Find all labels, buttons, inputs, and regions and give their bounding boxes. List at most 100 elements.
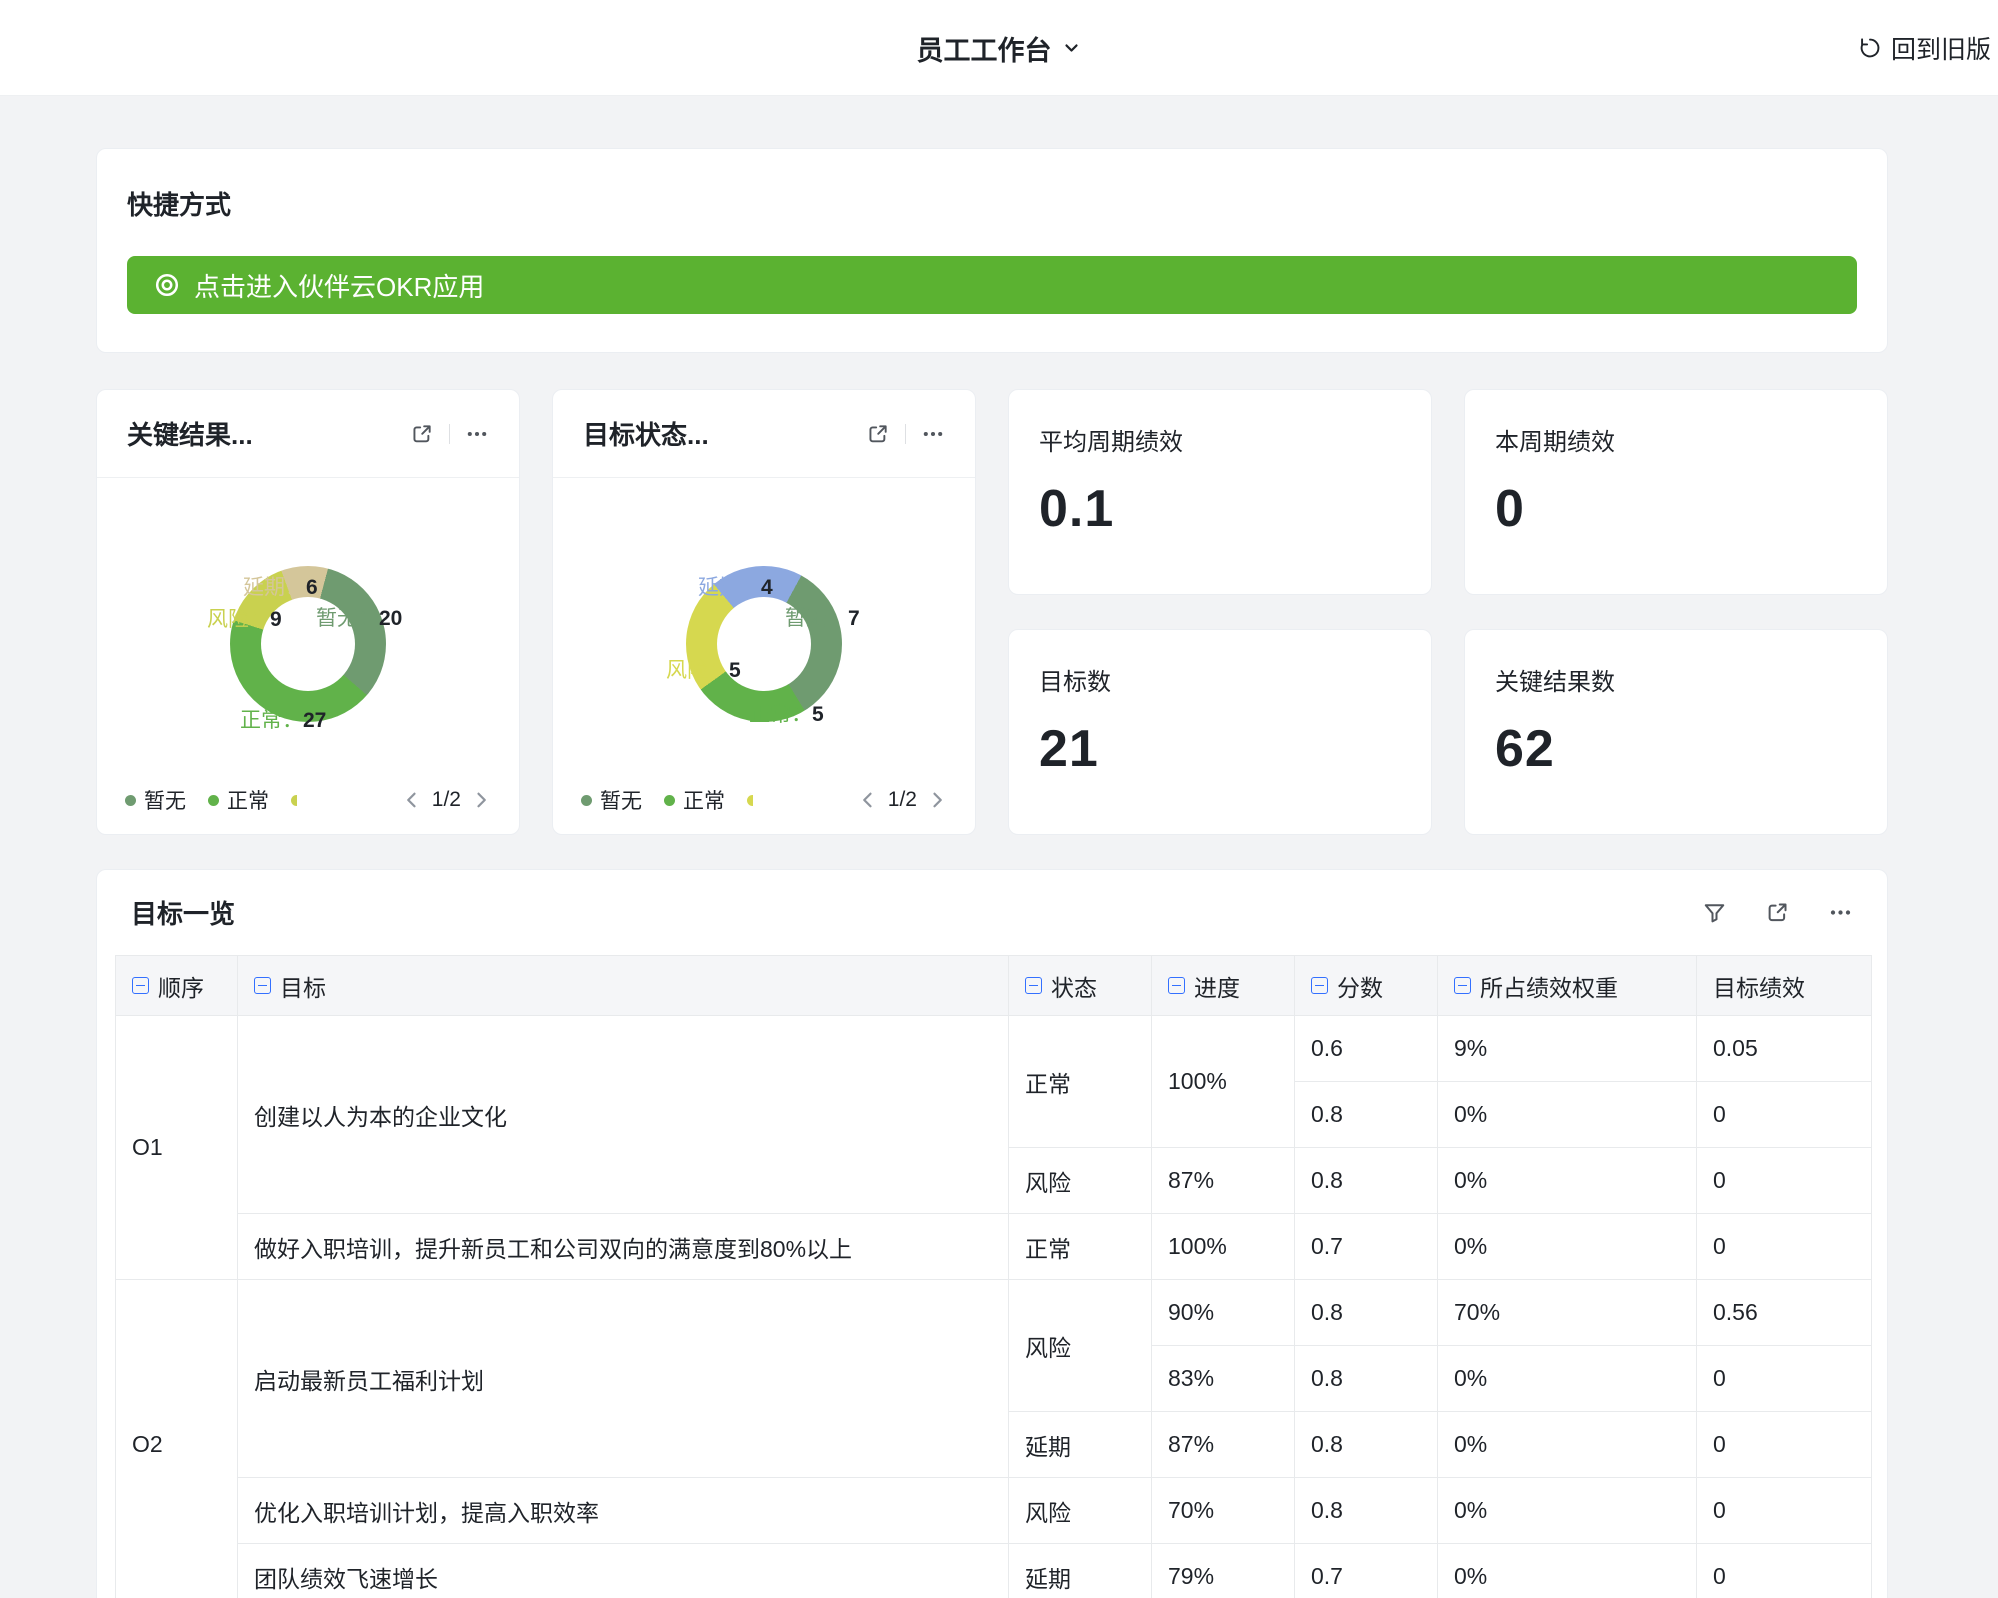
chart-pager: 1/2 (402, 788, 491, 812)
weight-cell: 0% (1438, 1214, 1697, 1280)
external-link-icon[interactable] (410, 422, 434, 446)
perf-cell: 0 (1697, 1412, 1872, 1478)
chevron-down-icon (1062, 38, 1082, 58)
legend-item[interactable]: 暂无 (581, 785, 642, 815)
score-cell: 0.8 (1295, 1346, 1438, 1412)
donut-label: 延期6 (243, 571, 318, 601)
column-header-score: 分数 (1295, 956, 1438, 1016)
legend-dot (581, 795, 592, 806)
weight-cell: 0% (1438, 1478, 1697, 1544)
workspace-switcher[interactable]: 员工工作台 (917, 0, 1082, 96)
weight-cell: 0% (1438, 1544, 1697, 1598)
chart-legend: 暂无 正常 风险 (581, 785, 753, 815)
legend-item[interactable]: 风险 (747, 785, 753, 815)
okr-app-button[interactable]: 点击进入伙伴云OKR应用 (127, 256, 1857, 314)
stat-label: 关键结果数 (1495, 662, 1857, 697)
history-icon (1858, 36, 1882, 60)
key-results-chart-card: 关键结果... 延期6 暂无20 正常27 风险9 暂无 正常 (96, 389, 520, 835)
legend-item[interactable]: 暂无 (125, 785, 186, 815)
collapse-icon[interactable] (1454, 977, 1471, 994)
legend-dot (747, 795, 753, 806)
stat-card-goal-count: 目标数 21 (1008, 629, 1432, 835)
progress-cell: 83% (1152, 1346, 1295, 1412)
score-cell: 0.7 (1295, 1544, 1438, 1598)
chart-legend: 暂无 正常 风险 (125, 785, 297, 815)
order-cell: O2 (116, 1280, 238, 1598)
shortcuts-title: 快捷方式 (127, 185, 1857, 222)
progress-cell: 90% (1152, 1280, 1295, 1346)
score-cell: 0.6 (1295, 1016, 1438, 1082)
workspace-title: 员工工作台 (917, 29, 1052, 68)
progress-cell: 87% (1152, 1148, 1295, 1214)
column-header-weight: 所占绩效权重 (1438, 956, 1697, 1016)
status-cell: 风险 (1009, 1280, 1152, 1412)
chart-footer: 暂无 正常 风险 1/2 (553, 774, 975, 834)
stat-card-avg-cycle: 平均周期绩效 0.1 (1008, 389, 1432, 595)
weight-cell: 0% (1438, 1346, 1697, 1412)
order-cell: O1 (116, 1016, 238, 1280)
weight-cell: 70% (1438, 1280, 1697, 1346)
pager-prev-icon[interactable] (402, 790, 422, 810)
collapse-icon[interactable] (1168, 977, 1185, 994)
back-to-old-version-link[interactable]: 回到旧版 (1858, 0, 1991, 96)
chart-card-header: 目标状态... (553, 390, 975, 478)
table-row: O2 启动最新员工福利计划 风险 90% 0.8 70% 0.56 (116, 1280, 1872, 1346)
perf-cell: 0 (1697, 1148, 1872, 1214)
legend-item[interactable]: 风险 (291, 785, 297, 815)
progress-cell: 87% (1152, 1412, 1295, 1478)
chart-title: 目标状态... (583, 415, 866, 452)
external-link-icon[interactable] (866, 422, 890, 446)
column-header-order: 顺序 (116, 956, 238, 1016)
legend-item[interactable]: 正常 (208, 785, 269, 815)
pager-prev-icon[interactable] (858, 790, 878, 810)
donut-label: 风险5 (666, 654, 741, 684)
stats-grid: 平均周期绩效 0.1 本周期绩效 0 关键结果... 延期6 暂无2 (96, 389, 1888, 835)
pager-next-icon[interactable] (927, 790, 947, 810)
score-cell: 0.8 (1295, 1148, 1438, 1214)
status-cell: 延期 (1009, 1544, 1152, 1598)
status-cell: 正常 (1009, 1016, 1152, 1148)
column-header-progress: 进度 (1152, 956, 1295, 1016)
pager-next-icon[interactable] (471, 790, 491, 810)
perf-cell: 0 (1697, 1544, 1872, 1598)
stat-value: 0 (1495, 479, 1857, 539)
more-icon[interactable] (1828, 900, 1853, 925)
collapse-icon[interactable] (132, 977, 149, 994)
legend-dot (664, 795, 675, 806)
collapse-icon[interactable] (1311, 977, 1328, 994)
perf-cell: 0 (1697, 1082, 1872, 1148)
more-icon[interactable] (921, 422, 945, 446)
donut-label: 风险9 (207, 603, 282, 633)
collapse-icon[interactable] (1025, 977, 1042, 994)
legend-dot (208, 795, 219, 806)
table-row: O1 创建以人为本的企业文化 正常 100% 0.6 9% 0.05 (116, 1016, 1872, 1082)
goals-card-title: 目标一览 (131, 894, 1664, 931)
progress-cell: 100% (1152, 1016, 1295, 1148)
table-row: 优化入职培训计划，提高入职效率 风险 70% 0.8 0% 0 (116, 1478, 1872, 1544)
collapse-icon[interactable] (254, 977, 271, 994)
donut-chart: 延期4 暂无7 正常5 风险5 (553, 478, 975, 774)
status-cell: 正常 (1009, 1214, 1152, 1280)
chart-card-header: 关键结果... (97, 390, 519, 478)
stat-value: 21 (1039, 719, 1401, 779)
chart-pager: 1/2 (858, 788, 947, 812)
goals-table: 顺序 目标 状态 进度 分数 所占绩效权重 目标绩效 O1 创建以人为本的企业文… (115, 955, 1869, 1598)
donut-label: 正常27 (240, 704, 326, 734)
external-link-icon[interactable] (1765, 900, 1790, 925)
divider (905, 424, 906, 444)
stat-label: 目标数 (1039, 662, 1401, 697)
more-icon[interactable] (465, 422, 489, 446)
goal-cell: 创建以人为本的企业文化 (238, 1016, 1009, 1214)
score-cell: 0.8 (1295, 1280, 1438, 1346)
goal-cell: 优化入职培训计划，提高入职效率 (238, 1478, 1009, 1544)
perf-cell: 0 (1697, 1346, 1872, 1412)
filter-icon[interactable] (1702, 900, 1727, 925)
status-cell: 延期 (1009, 1412, 1152, 1478)
donut-label: 暂无7 (785, 602, 860, 632)
donut-label: 延期4 (698, 571, 773, 601)
back-link-label: 回到旧版 (1891, 30, 1991, 66)
column-header-goal: 目标 (238, 956, 1009, 1016)
donut-label: 正常5 (749, 698, 824, 728)
legend-dot (291, 795, 297, 806)
legend-item[interactable]: 正常 (664, 785, 725, 815)
